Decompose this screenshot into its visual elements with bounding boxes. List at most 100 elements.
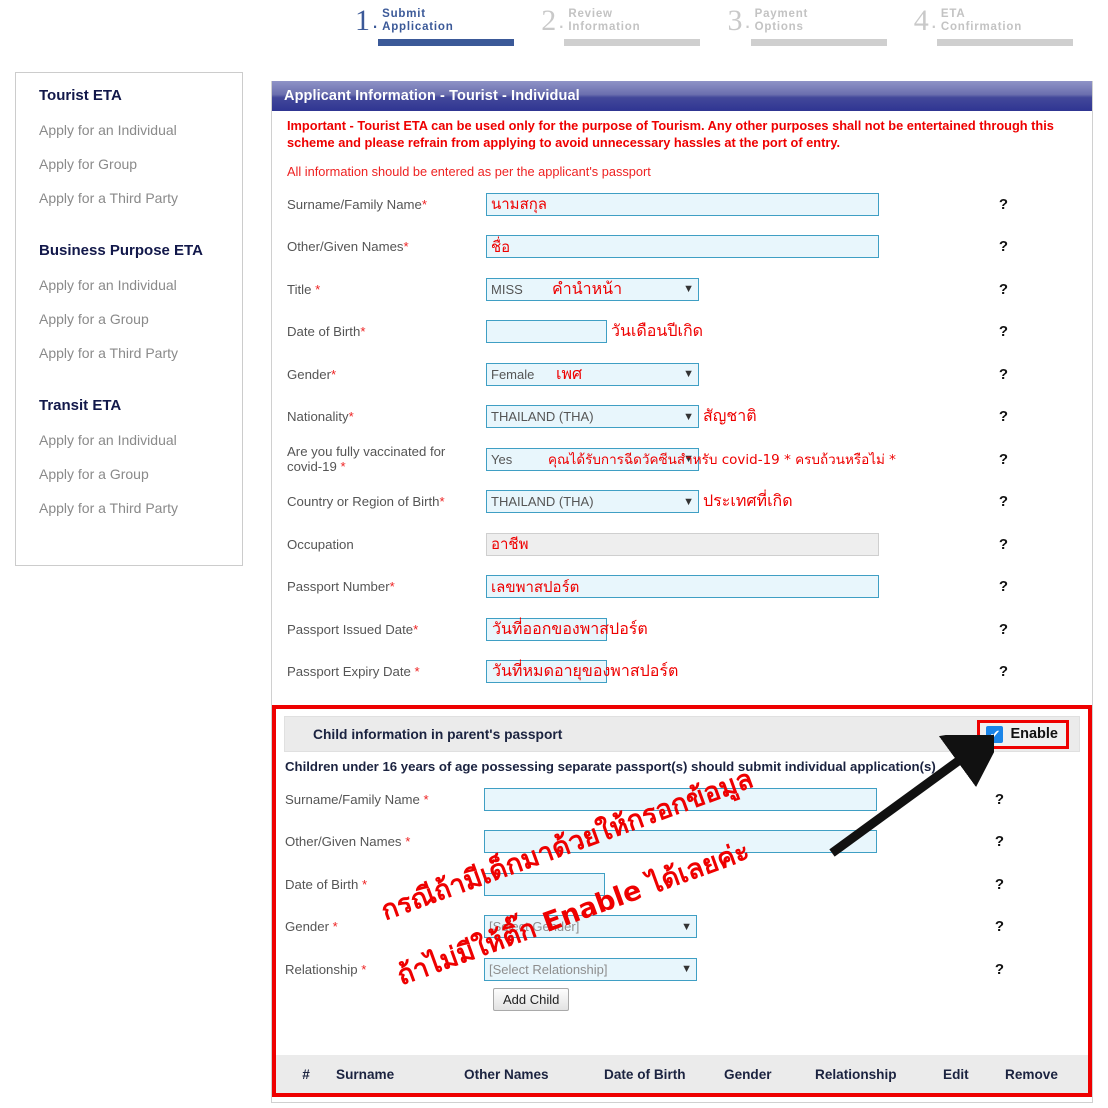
- given-names-input[interactable]: ชื่อ: [486, 235, 879, 259]
- occupation-thai-hint: อาชีพ: [491, 536, 529, 554]
- field-row-passport-number: Passport Number* เลขพาสปอร์ต ?: [287, 566, 1092, 609]
- help-icon[interactable]: ?: [999, 408, 1008, 425]
- title-selected-value: MISS: [491, 281, 523, 297]
- nationality-selected-value: THAILAND (THA): [491, 409, 594, 425]
- help-icon[interactable]: ?: [999, 451, 1008, 468]
- help-icon[interactable]: ?: [995, 791, 1004, 808]
- step-underline: [750, 39, 887, 46]
- help-icon[interactable]: ?: [999, 323, 1008, 340]
- child-field-label-given-names: Other/Given Names *: [285, 834, 411, 850]
- nationality-select[interactable]: THAILAND (THA) ▼: [486, 405, 699, 429]
- country-of-birth-selected-value: THAILAND (THA): [491, 494, 594, 510]
- passport-issued-thai-hint: วันที่ออกของพาสปอร์ต: [492, 618, 648, 638]
- table-header-surname: Surname: [336, 1066, 395, 1082]
- child-relationship-select[interactable]: [Select Relationship] ▼: [484, 957, 697, 981]
- sidebar-item-transit-group[interactable]: Apply for a Group: [39, 466, 242, 482]
- help-icon[interactable]: ?: [999, 621, 1008, 638]
- step-3[interactable]: 3 . Payment Options: [728, 0, 914, 62]
- child-surname-input[interactable]: [484, 787, 877, 811]
- step-label-line1: ETA: [940, 8, 966, 20]
- field-label-title: Title *: [287, 281, 321, 297]
- children-table-header: # Surname Other Names Date of Birth Gend…: [276, 1055, 1088, 1093]
- sidebar-item-business-group[interactable]: Apply for a Group: [39, 311, 242, 327]
- chevron-down-icon: ▼: [681, 963, 692, 976]
- country-of-birth-select[interactable]: THAILAND (THA) ▼: [486, 490, 699, 514]
- help-icon[interactable]: ?: [999, 493, 1008, 510]
- help-icon[interactable]: ?: [999, 578, 1008, 595]
- sidebar-item-tourist-individual[interactable]: Apply for an Individual: [39, 122, 242, 138]
- help-icon[interactable]: ?: [999, 281, 1008, 298]
- field-label-vaccination: Are you fully vaccinated for covid-19 *: [287, 444, 446, 475]
- progress-steps: 1 . Submit Application 2 . Review Inform…: [355, 0, 1100, 62]
- sidebar-item-tourist-group[interactable]: Apply for Group: [39, 156, 242, 172]
- step-2[interactable]: 2 . Review Information: [541, 0, 727, 62]
- field-label-passport-expiry: Passport Expiry Date *: [287, 664, 420, 680]
- field-row-occupation: Occupation อาชีพ ?: [287, 523, 1092, 566]
- passport-expiry-thai-hint: วันที่หมดอายุของพาสปอร์ต: [492, 661, 679, 681]
- nationality-thai-hint: สัญชาติ: [703, 406, 757, 426]
- field-control-dob: วันเดือนปีเกิด: [486, 319, 703, 344]
- child-given-names-input[interactable]: [484, 830, 877, 854]
- sidebar-item-tourist-third-party[interactable]: Apply for a Third Party: [39, 190, 242, 206]
- field-label-dob: Date of Birth*: [287, 324, 366, 340]
- child-relationship-selected-value: [Select Relationship]: [489, 961, 608, 977]
- child-information-section: Child information in parent's passport ✔…: [272, 705, 1092, 1097]
- title-select[interactable]: MISS คำนำหน้า ▼: [486, 277, 699, 301]
- field-label-surname: Surname/Family Name*: [287, 196, 427, 212]
- help-icon[interactable]: ?: [995, 961, 1004, 978]
- chevron-down-icon: ▼: [683, 495, 694, 508]
- add-child-button[interactable]: Add Child: [493, 987, 570, 1011]
- child-gender-select[interactable]: [Select Gender] ▼: [484, 915, 697, 939]
- vaccination-selected-value: Yes: [491, 451, 513, 467]
- help-icon[interactable]: ?: [999, 238, 1008, 255]
- field-label-gender: Gender*: [287, 366, 337, 382]
- enable-checkbox-highlight[interactable]: ✔ Enable: [977, 719, 1069, 749]
- child-dob-input[interactable]: [484, 872, 605, 896]
- step-label-line1: Payment: [754, 8, 809, 20]
- child-field-label-gender: Gender *: [285, 919, 338, 935]
- passport-number-thai-hint: เลขพาสปอร์ต: [491, 578, 580, 596]
- help-icon[interactable]: ?: [995, 876, 1004, 893]
- sidebar-navigation: Tourist ETA Apply for an Individual Appl…: [15, 72, 243, 566]
- gender-select[interactable]: Female เพศ ▼: [486, 362, 699, 386]
- field-label-given-names: Other/Given Names*: [287, 239, 409, 255]
- step-underline: [936, 39, 1073, 46]
- help-icon[interactable]: ?: [995, 918, 1004, 935]
- field-row-surname: Surname/Family Name* นามสกุล ?: [287, 183, 1092, 226]
- step-1[interactable]: 1 . Submit Application: [355, 0, 541, 62]
- step-4[interactable]: 4 . ETA Confirmation: [914, 0, 1100, 62]
- surname-input[interactable]: นามสกุล: [486, 192, 879, 216]
- field-row-nationality: Nationality* THAILAND (THA) ▼ สัญชาติ ?: [287, 396, 1092, 439]
- chevron-down-icon: ▼: [681, 920, 692, 933]
- field-row-given-names: Other/Given Names* ชื่อ ?: [287, 226, 1092, 269]
- dob-input[interactable]: [486, 320, 607, 344]
- help-icon[interactable]: ?: [995, 833, 1004, 850]
- form-header-title: Applicant Information - Tourist - Indivi…: [272, 81, 1092, 111]
- sidebar-group-title-business: Business Purpose ETA: [39, 242, 203, 259]
- field-row-passport-expiry: Passport Expiry Date * วันที่หมดอายุของพ…: [287, 651, 1092, 694]
- surname-thai-hint: นามสกุล: [491, 196, 547, 214]
- child-gender-selected-value: [Select Gender]: [489, 919, 580, 935]
- help-icon[interactable]: ?: [999, 663, 1008, 680]
- passport-number-input[interactable]: เลขพาสปอร์ต: [486, 575, 879, 599]
- sidebar-item-transit-individual[interactable]: Apply for an Individual: [39, 432, 242, 448]
- sidebar-item-business-individual[interactable]: Apply for an Individual: [39, 277, 242, 293]
- help-icon[interactable]: ?: [999, 536, 1008, 553]
- sidebar-item-transit-third-party[interactable]: Apply for a Third Party: [39, 500, 242, 516]
- field-control-given-names: ชื่อ: [486, 235, 879, 259]
- child-field-row-gender: Gender * [Select Gender] ▼ ?: [285, 906, 1088, 949]
- child-field-label-dob: Date of Birth *: [285, 876, 368, 892]
- occupation-input[interactable]: อาชีพ: [486, 532, 879, 556]
- help-icon[interactable]: ?: [999, 196, 1008, 213]
- table-header-dob: Date of Birth: [604, 1066, 686, 1082]
- field-control-occupation: อาชีพ: [486, 532, 879, 556]
- child-field-label-relationship: Relationship *: [285, 961, 367, 977]
- sidebar-item-business-third-party[interactable]: Apply for a Third Party: [39, 345, 242, 361]
- field-row-title: Title * MISS คำนำหน้า ▼ ?: [287, 268, 1092, 311]
- step-dot-icon: .: [558, 8, 565, 33]
- vaccination-thai-hint: คุณได้รับการฉีดวัคซีนสำหรับ covid-19 * ค…: [548, 452, 896, 469]
- enable-checkbox[interactable]: ✔: [986, 725, 1004, 743]
- child-field-row-dob: Date of Birth * ?: [285, 863, 1088, 906]
- help-icon[interactable]: ?: [999, 366, 1008, 383]
- table-header-relationship: Relationship: [815, 1066, 897, 1082]
